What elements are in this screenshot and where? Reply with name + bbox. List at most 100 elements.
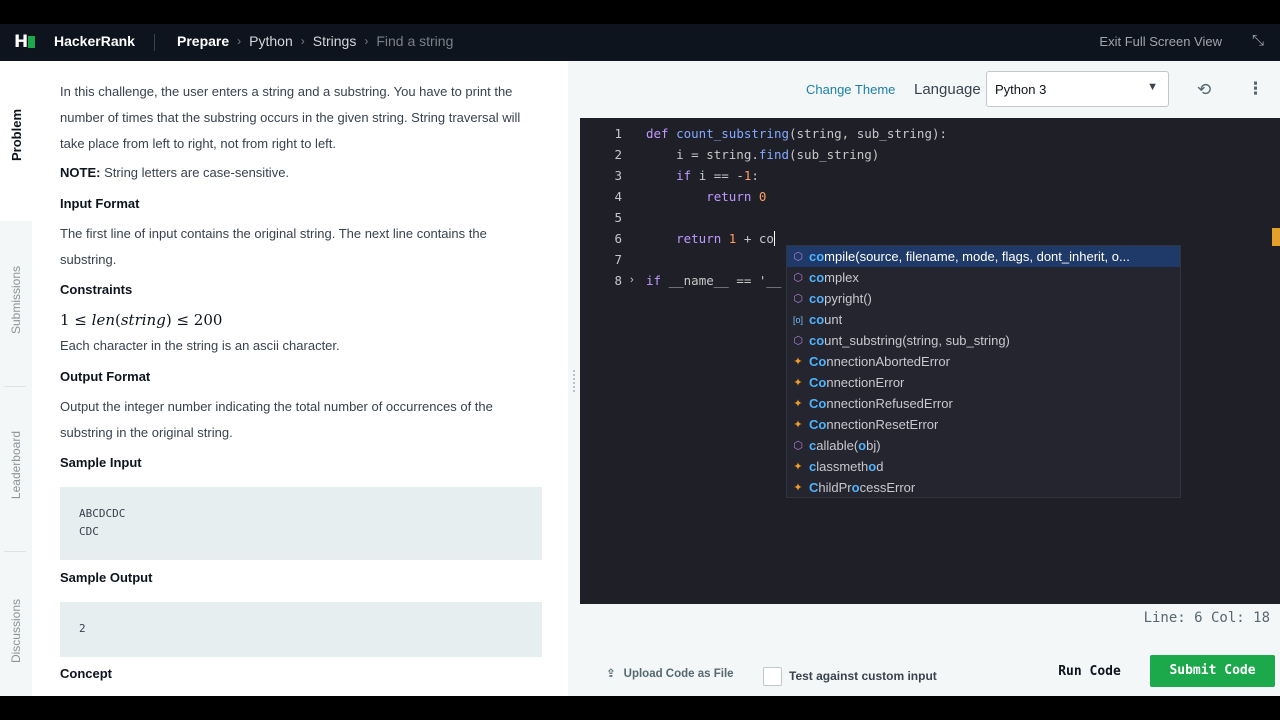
line-number: 5 (614, 210, 622, 225)
autocomplete-list: ⬡ compile(source, filename, mode, flags, … (786, 245, 1181, 498)
breadcrumb: Prepare › Python › Strings › Find a stri… (177, 33, 453, 49)
line-number: 1 (614, 126, 622, 141)
sample-output-box: 2 (60, 602, 542, 657)
constraints-heading: Constraints (60, 282, 133, 297)
tab-leaderboard[interactable]: Leaderboard (0, 431, 32, 499)
class-icon: ✦ (793, 461, 803, 473)
input-format-heading: Input Format (60, 196, 140, 211)
language-label: Language (914, 81, 981, 98)
custom-input-label[interactable]: Test against custom input (789, 669, 937, 683)
more-options-icon[interactable]: ⋮ (1247, 79, 1264, 99)
status-bar: Line: 6 Col: 18 (580, 604, 1280, 634)
sample-output-heading: Sample Output (60, 570, 153, 585)
fold-chevron-icon[interactable]: › (630, 274, 634, 286)
autocomplete-item[interactable]: ✦ ConnectionAbortedError (787, 351, 1180, 372)
line-number: 7 (614, 252, 622, 267)
history-icon[interactable]: ⟲ (1197, 80, 1211, 100)
autocomplete-item[interactable]: ⬡ complex (787, 267, 1180, 288)
class-icon: ✦ (793, 419, 803, 431)
brand-name[interactable]: HackerRank (54, 33, 135, 49)
variable-icon: [o] (792, 314, 803, 325)
class-icon: ✦ (793, 482, 803, 494)
sample-input-box: ABCDCDC CDC (60, 487, 542, 560)
autocomplete-label: ConnectionAbortedError (809, 354, 950, 369)
problem-panel: In this challenge, the user enters a str… (32, 61, 568, 696)
autocomplete-item[interactable]: ✦ ChildProcessError (787, 477, 1180, 498)
class-icon: ✦ (793, 377, 803, 389)
change-theme-link[interactable]: Change Theme (806, 82, 895, 97)
problem-intro: In this challenge, the user enters a str… (60, 84, 521, 151)
autocomplete-item[interactable]: ✦ ConnectionResetError (787, 414, 1180, 435)
class-icon: ✦ (793, 398, 803, 410)
autocomplete-label: ConnectionError (809, 375, 905, 390)
submit-code-button[interactable]: Submit Code (1150, 655, 1275, 687)
upload-code-button[interactable]: ⇪ Upload Code as File (606, 666, 734, 680)
breadcrumb-prepare[interactable]: Prepare (177, 33, 229, 49)
autocomplete-label: copyright() (809, 291, 872, 306)
tab-submissions[interactable]: Submissions (0, 266, 32, 334)
chevron-right-icon: › (300, 34, 305, 48)
constraint-formula: 1 ≤ len(string) ≤ 200 (60, 311, 223, 329)
autocomplete-item[interactable]: ⬡ compile(source, filename, mode, flags, … (787, 246, 1180, 267)
tab-discussions[interactable]: Discussions (0, 599, 32, 663)
chevron-right-icon: › (237, 34, 242, 48)
concept-heading: Concept (60, 666, 112, 681)
breadcrumb-strings[interactable]: Strings (313, 33, 357, 49)
line-number: 2 (614, 147, 622, 162)
language-select[interactable]: Python 3 ▼ (986, 71, 1169, 107)
autocomplete-label: complex (809, 270, 859, 285)
input-format-text: The first line of input contains the ori… (60, 226, 487, 267)
line-number: 4 (614, 189, 622, 204)
chevron-right-icon: › (364, 34, 369, 48)
method-icon: ⬡ (793, 272, 803, 284)
vertical-tabs: Problem Submissions Leaderboard Discussi… (0, 61, 32, 696)
autocomplete-label: ChildProcessError (809, 480, 916, 495)
autocomplete-item[interactable]: ⬡ count_substring(string, sub_string) (787, 330, 1180, 351)
code-line: def count_substring(string, sub_string): (646, 126, 948, 141)
autocomplete-item[interactable]: ✦ ConnectionRefusedError (787, 393, 1180, 414)
code-line: return 1 + co (676, 231, 775, 246)
code-line: i = string.find(sub_string) (646, 147, 880, 162)
collapse-icon[interactable]: ⤡ (1252, 32, 1264, 49)
method-icon: ⬡ (793, 251, 803, 263)
autocomplete-item[interactable]: ⬡ callable(obj) (787, 435, 1180, 456)
autocomplete-label: callable(obj) (809, 438, 881, 453)
breadcrumb-current: Find a string (376, 33, 454, 49)
note: NOTE: String letters are case-sensitive. (60, 165, 290, 180)
chevron-down-icon: ▼ (1147, 81, 1158, 93)
panel-resizer[interactable] (568, 61, 580, 696)
code-line: if __name__ == '__ (646, 273, 782, 288)
class-icon: ✦ (793, 356, 803, 368)
code-line: return 0 (706, 189, 767, 204)
method-icon: ⬡ (793, 335, 803, 347)
autocomplete-label: count_substring(string, sub_string) (809, 333, 1010, 348)
autocomplete-item[interactable]: ✦ classmethod (787, 456, 1180, 477)
line-number: 8 (614, 273, 622, 288)
top-bar: H HackerRank Prepare › Python › Strings … (0, 24, 1280, 61)
autocomplete-item[interactable]: ⬡ copyright() (787, 288, 1180, 309)
breadcrumb-python[interactable]: Python (249, 33, 293, 49)
tab-problem[interactable]: Problem (0, 109, 32, 161)
code-line: if i == -1: (676, 168, 759, 183)
exit-fullscreen-link[interactable]: Exit Full Screen View (1099, 34, 1222, 49)
scrollbar-marker (1272, 228, 1280, 246)
autocomplete-label: count (809, 312, 843, 327)
upload-icon: ⇪ (606, 668, 616, 680)
line-number: 3 (614, 168, 622, 183)
autocomplete-item[interactable]: ✦ ConnectionError (787, 372, 1180, 393)
output-format-text: Output the integer number indicating the… (60, 399, 493, 440)
method-icon: ⬡ (793, 440, 803, 452)
autocomplete-label: ConnectionResetError (809, 417, 939, 432)
sample-input-heading: Sample Input (60, 455, 142, 470)
custom-input-checkbox[interactable] (763, 667, 782, 686)
constraint-note: Each character in the string is an ascii… (60, 338, 340, 353)
run-code-button[interactable]: Run Code (1040, 656, 1139, 687)
method-icon: ⬡ (793, 293, 803, 305)
hackerrank-logo-icon[interactable]: H (14, 32, 36, 52)
divider (154, 34, 155, 51)
cursor-position: Line: 6 Col: 18 (1143, 610, 1270, 626)
line-number: 6 (614, 231, 622, 246)
autocomplete-item[interactable]: [o] count (787, 309, 1180, 330)
editor-toolbar: Change Theme Language Python 3 ▼ ⟲ ⋮ (580, 61, 1280, 118)
autocomplete-label: compile(source, filename, mode, flags, d… (809, 249, 1130, 264)
